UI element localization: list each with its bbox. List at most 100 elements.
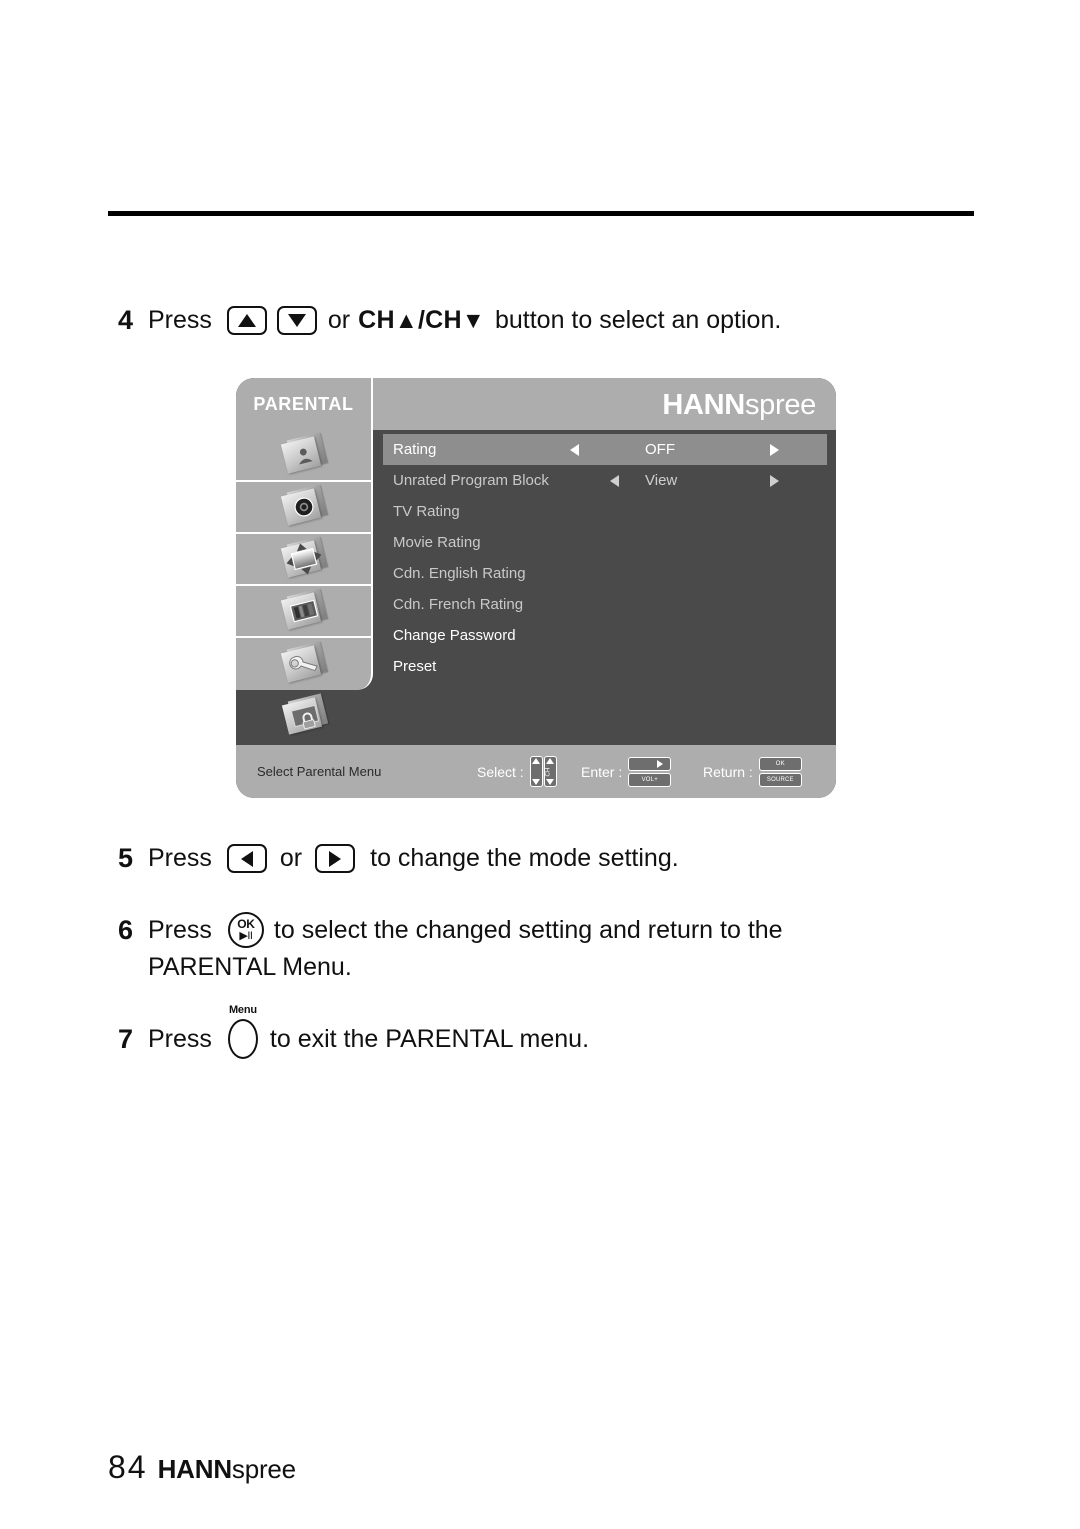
ch-up-label: CH▲ bbox=[358, 306, 418, 334]
triangle-right-icon bbox=[329, 850, 342, 867]
step-6-tail2: PARENTAL Menu. bbox=[148, 953, 352, 981]
triangle-down-icon bbox=[287, 314, 306, 327]
menu-row-cdn-english-rating[interactable]: Cdn. English Rating bbox=[383, 558, 827, 589]
parental-lock-icon bbox=[281, 693, 328, 736]
step-7: 7 Press Menu to exit the PARENTAL menu. bbox=[118, 1004, 590, 1059]
header-rule bbox=[108, 211, 974, 216]
footer-brand-light: spree bbox=[231, 1454, 296, 1484]
step-6: 6 Press OK ▶II to select the changed set… bbox=[118, 912, 783, 948]
menu-row-tv-rating[interactable]: TV Rating bbox=[383, 496, 827, 527]
osd-footer-return-group: Return : OK SOURCE bbox=[703, 756, 802, 787]
footer-brand-logo: HANNspree bbox=[157, 1454, 297, 1485]
right-key-button[interactable] bbox=[315, 844, 356, 873]
step-4-number: 4 bbox=[118, 305, 134, 335]
enter-label: Enter : bbox=[581, 763, 623, 780]
osd-footer-enter-group: Enter : VOL+ bbox=[581, 756, 672, 787]
increase-arrow-icon[interactable] bbox=[770, 474, 779, 487]
page-number: 84 bbox=[108, 1449, 148, 1485]
menu-button[interactable]: Menu bbox=[227, 1004, 258, 1059]
vol-plus-key: VOL+ bbox=[628, 772, 672, 787]
osd-header: PARENTAL HANNspree bbox=[236, 378, 836, 430]
menu-row-preset[interactable]: Preset bbox=[383, 651, 827, 682]
footer-brand-bold: HANN bbox=[157, 1454, 233, 1484]
osd-title: PARENTAL bbox=[236, 378, 373, 430]
decrease-arrow-icon[interactable] bbox=[610, 474, 619, 487]
step-6-tail: to select the changed setting and return… bbox=[273, 915, 783, 944]
source-key: SOURCE bbox=[758, 772, 802, 787]
menu-row-label: Rating bbox=[393, 441, 437, 458]
step-5-number: 5 bbox=[118, 843, 134, 873]
down-key-button[interactable] bbox=[276, 306, 317, 335]
play-pause-icon: ▶II bbox=[239, 930, 253, 942]
osd-sidebar bbox=[236, 430, 373, 690]
step-5-tail: to change the mode setting. bbox=[370, 844, 679, 872]
decrease-arrow-icon[interactable] bbox=[570, 443, 579, 456]
menu-row-label: TV Rating bbox=[393, 503, 460, 520]
menu-row-label: Cdn. French Rating bbox=[393, 596, 524, 613]
menu-row-rating[interactable]: Rating OFF bbox=[383, 434, 827, 465]
menu-row-cdn-french-rating[interactable]: Cdn. French Rating bbox=[383, 589, 827, 620]
osd-brand-bold: HANN bbox=[662, 389, 745, 421]
osd-option-list: Rating OFF Unrated Program Block View TV… bbox=[383, 434, 827, 682]
menu-button-oval-icon bbox=[227, 1019, 258, 1059]
return-label: Return : bbox=[703, 763, 753, 780]
sidebar-item-screen[interactable] bbox=[236, 534, 371, 586]
sidebar-item-audio[interactable] bbox=[236, 482, 371, 534]
increase-arrow-icon[interactable] bbox=[770, 443, 779, 456]
step-6-press-label: Press bbox=[148, 915, 212, 944]
step-6-line2: PARENTAL Menu. bbox=[118, 953, 352, 982]
ch-down-label: /CH▼ bbox=[417, 306, 485, 334]
ch-rocker-label: CH bbox=[545, 767, 552, 777]
display-icon bbox=[280, 588, 327, 631]
sidebar-item-picture[interactable] bbox=[236, 430, 371, 482]
step-4-or-label: or bbox=[327, 306, 351, 334]
vol-arrow-key bbox=[628, 756, 672, 771]
menu-row-label: Preset bbox=[393, 658, 437, 675]
setup-tools-icon bbox=[280, 641, 327, 684]
ok-play-pause-button[interactable]: OK ▶II bbox=[227, 912, 264, 948]
menu-row-label: Movie Rating bbox=[393, 534, 481, 551]
ok-key: OK bbox=[758, 756, 802, 771]
vol-key-icon: VOL+ bbox=[628, 756, 672, 787]
sidebar-item-display[interactable] bbox=[236, 586, 371, 638]
step-7-tail: to exit the PARENTAL menu. bbox=[269, 1024, 590, 1053]
osd-footer: Select Parental Menu Select : CH Enter :… bbox=[236, 745, 836, 798]
step-5: 5 Press or to change the mode setting. bbox=[118, 843, 679, 874]
step-4: 4 Press or CH▲ /CH▼ button to select an … bbox=[118, 305, 781, 336]
step-4-tail: button to select an option. bbox=[494, 306, 782, 334]
menu-row-change-password[interactable]: Change Password bbox=[383, 620, 827, 651]
menu-row-value: View bbox=[645, 472, 678, 489]
osd-parental-menu: PARENTAL HANNspree Rating OFF Unrated Pr… bbox=[236, 378, 836, 798]
osd-brand-light: spree bbox=[744, 389, 816, 421]
picture-icon bbox=[280, 432, 327, 475]
select-label: Select : bbox=[477, 763, 524, 780]
ch-rocker-icon: CH bbox=[529, 756, 557, 787]
menu-row-label: Unrated Program Block bbox=[393, 472, 549, 489]
step-5-press-label: Press bbox=[148, 844, 212, 872]
menu-row-label: Cdn. English Rating bbox=[393, 565, 526, 582]
menu-row-movie-rating[interactable]: Movie Rating bbox=[383, 527, 827, 558]
sidebar-item-setup[interactable] bbox=[236, 638, 371, 690]
step-4-press-label: Press bbox=[148, 306, 212, 334]
step-5-or-label: or bbox=[279, 844, 303, 872]
menu-row-unrated-program-block[interactable]: Unrated Program Block View bbox=[383, 465, 827, 496]
osd-footer-select-group: Select : CH bbox=[477, 756, 557, 787]
step-6-number: 6 bbox=[118, 914, 134, 945]
step-7-press-label: Press bbox=[148, 1024, 212, 1053]
audio-icon bbox=[280, 484, 327, 527]
page-footer: 84 HANNspree bbox=[108, 1449, 296, 1486]
screen-position-icon bbox=[280, 536, 327, 579]
sidebar-item-parental[interactable] bbox=[236, 690, 373, 742]
osd-brand-logo: HANNspree bbox=[662, 389, 816, 422]
ok-button-top-label: OK bbox=[237, 917, 255, 931]
ok-source-key-icon: OK SOURCE bbox=[758, 756, 802, 787]
menu-button-label: Menu bbox=[228, 1004, 257, 1016]
left-key-button[interactable] bbox=[226, 844, 267, 873]
step-7-number: 7 bbox=[118, 1023, 134, 1054]
up-key-button[interactable] bbox=[226, 306, 267, 335]
osd-footer-hint: Select Parental Menu bbox=[257, 764, 382, 779]
menu-row-label: Change Password bbox=[393, 627, 516, 644]
menu-row-value: OFF bbox=[645, 441, 675, 458]
triangle-up-icon bbox=[237, 314, 256, 327]
triangle-left-icon bbox=[240, 850, 253, 867]
